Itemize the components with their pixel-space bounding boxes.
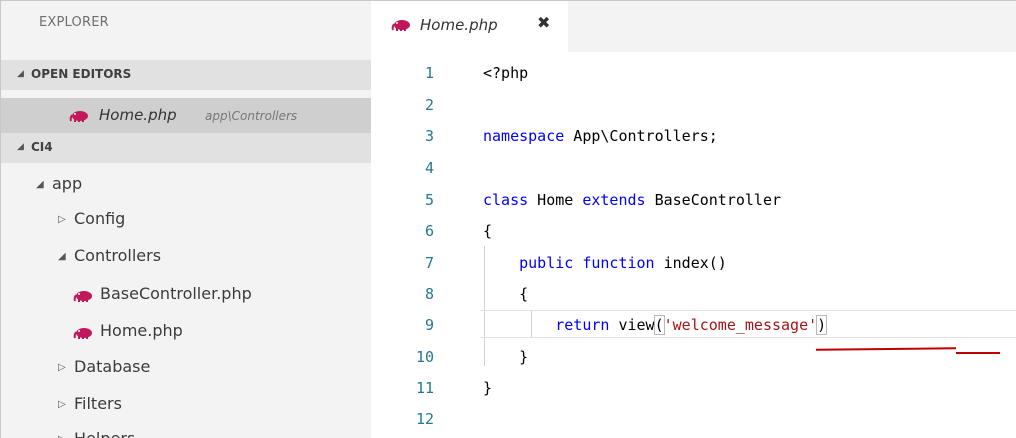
open-editors-header[interactable]: ◢ OPEN EDITORS [1,60,371,90]
tree-item-label: Home.php [100,321,183,340]
line-number: 8 [424,285,434,303]
explorer-sidebar: EXPLORER ◢ OPEN EDITORS Home.php app\Con… [0,1,371,438]
open-editors-label: OPEN EDITORS [31,67,132,81]
code-editor[interactable]: 1 2 3 4 5 6 7 8 9 10 11 12 <?php namespa… [371,52,1016,438]
line-number: 2 [424,96,434,114]
code-line: public function index() [519,254,727,272]
code-line: namespace App\Controllers; [483,127,718,145]
line-number: 10 [415,348,434,366]
tab-label: Home.php [420,16,498,34]
line-number: 7 [424,254,434,272]
code-line: class Home extends BaseController [483,191,782,209]
code-line: { [483,285,529,303]
code-line: } [483,348,529,366]
line-number: 6 [424,222,434,240]
expanded-triangle-icon: ◢ [17,142,24,152]
close-icon[interactable]: ✖ [537,13,550,32]
tree-item-label: Filters [74,394,122,413]
code-line: { [483,222,493,240]
tab-bar: Home.php ✖ [371,1,1016,52]
line-number: 11 [415,379,434,397]
expanded-triangle-icon: ◢ [36,179,44,190]
code-line: } [483,379,493,397]
tree-item-label: Controllers [74,246,162,265]
line-number: 4 [424,159,434,177]
collapsed-triangle-icon: ▷ [58,399,66,410]
line-number: 9 [424,316,434,334]
project-label: CI4 [31,140,53,154]
open-editor-filename: Home.php [99,106,177,124]
tree-item-label: BaseController.php [100,284,252,303]
code-line: <?php [483,64,529,82]
collapsed-triangle-icon: ▷ [58,362,66,373]
php-elephant-icon [73,291,92,302]
tab-home-php[interactable]: Home.php ✖ [371,1,568,52]
php-elephant-icon [73,328,92,339]
tree-item-label: app [52,174,83,193]
php-elephant-icon [391,20,410,31]
expanded-triangle-icon: ◢ [17,69,24,79]
error-squiggle [815,347,957,351]
project-section-header[interactable]: ◢ CI4 [1,133,371,163]
code-line: return view('welcome_message') [555,315,828,335]
line-number: 12 [415,410,434,428]
vscode-window: EXPLORER ◢ OPEN EDITORS Home.php app\Con… [0,0,1016,438]
line-number: 1 [424,64,434,82]
line-number: 3 [424,127,434,145]
tree-item-label: Config [74,209,126,228]
editor-pane: Home.php ✖ 1 2 3 4 5 6 7 8 9 10 11 12 <?… [371,1,1016,438]
open-editor-item[interactable]: Home.php app\Controllers [1,98,371,133]
expanded-triangle-icon: ◢ [58,251,66,262]
explorer-title: EXPLORER [39,15,109,30]
collapsed-triangle-icon: ▷ [58,434,66,438]
open-editor-path: app\Controllers [205,109,298,123]
line-number: 5 [424,191,434,209]
php-elephant-icon [69,111,88,122]
error-squiggle [956,352,1000,354]
tree-item-label: Database [74,357,151,376]
collapsed-triangle-icon: ▷ [58,214,66,225]
